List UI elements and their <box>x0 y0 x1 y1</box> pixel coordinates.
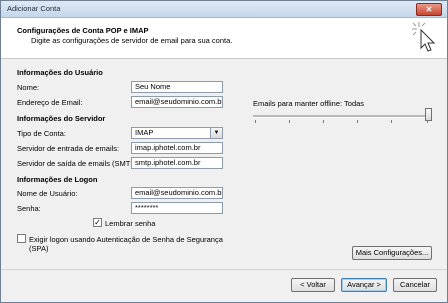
outgoing-server-label: Servidor de saída de emails (SMTP): <box>17 159 140 168</box>
pointer-click-icon <box>412 22 436 52</box>
account-type-select[interactable]: IMAP ▼ <box>131 127 223 139</box>
outgoing-server-field[interactable]: smtp.iphotel.com.br <box>131 157 223 169</box>
account-type-value: IMAP <box>135 128 154 137</box>
dialog-header: Configurações de Conta POP e IMAP Digite… <box>1 18 447 59</box>
more-settings-button[interactable]: Mais Configurações... <box>352 246 432 260</box>
password-label: Senha: <box>17 204 41 213</box>
user-info-heading: Informações do Usuário <box>17 68 103 77</box>
spa-label[interactable]: Exigir logon usando Autenticação de Senh… <box>29 235 223 244</box>
username-field[interactable]: email@seudominio.com.br <box>131 187 223 199</box>
name-label: Nome: <box>17 83 40 92</box>
spa-label-continued: (SPA) <box>29 244 49 253</box>
offline-value: Todas <box>344 99 365 108</box>
offline-label: Emails para manter offline: Todas <box>253 99 364 108</box>
check-icon: ✓ <box>94 218 101 227</box>
logon-info-heading: Informações de Logon <box>17 175 98 184</box>
remember-password-checkbox[interactable]: ✓ <box>93 218 102 227</box>
title-bar: Adicionar Conta ✕ <box>1 1 447 18</box>
offline-label-text: Emails para manter offline: <box>253 99 343 108</box>
slider-tick <box>427 120 428 123</box>
footer-divider <box>1 269 447 270</box>
email-label: Endereço de Email: <box>17 98 83 107</box>
next-button[interactable]: Avançar > <box>341 278 387 292</box>
email-field[interactable]: email@seudominio.com.br <box>131 96 223 108</box>
password-field[interactable]: ******** <box>131 202 223 214</box>
header-subtitle: Digite as configurações de servidor de e… <box>31 36 233 45</box>
account-type-label: Tipo de Conta: <box>17 129 66 138</box>
cancel-button[interactable]: Cancelar <box>393 278 437 292</box>
incoming-server-label: Servidor de entrada de emails: <box>17 144 120 153</box>
username-label: Nome de Usuário: <box>17 189 78 198</box>
chevron-down-icon[interactable]: ▼ <box>210 128 222 138</box>
add-account-dialog: Adicionar Conta ✕ Configurações de Conta… <box>0 0 448 303</box>
slider-tick <box>323 120 324 123</box>
slider-tick <box>391 120 392 123</box>
name-field[interactable]: Seu Nome <box>131 81 223 93</box>
slider-tick <box>255 120 256 123</box>
header-title: Configurações de Conta POP e IMAP <box>17 26 149 35</box>
offline-slider-track[interactable] <box>253 115 429 118</box>
slider-tick <box>289 120 290 123</box>
slider-tick <box>357 120 358 123</box>
close-icon: ✕ <box>425 5 433 14</box>
server-info-heading: Informações do Servidor <box>17 114 106 123</box>
close-button[interactable]: ✕ <box>416 3 442 16</box>
spa-checkbox[interactable] <box>17 234 26 243</box>
incoming-server-field[interactable]: imap.iphotel.com.br <box>131 142 223 154</box>
back-button[interactable]: < Voltar <box>291 278 335 292</box>
window-title: Adicionar Conta <box>7 4 61 13</box>
remember-password-label[interactable]: Lembrar senha <box>105 219 155 228</box>
